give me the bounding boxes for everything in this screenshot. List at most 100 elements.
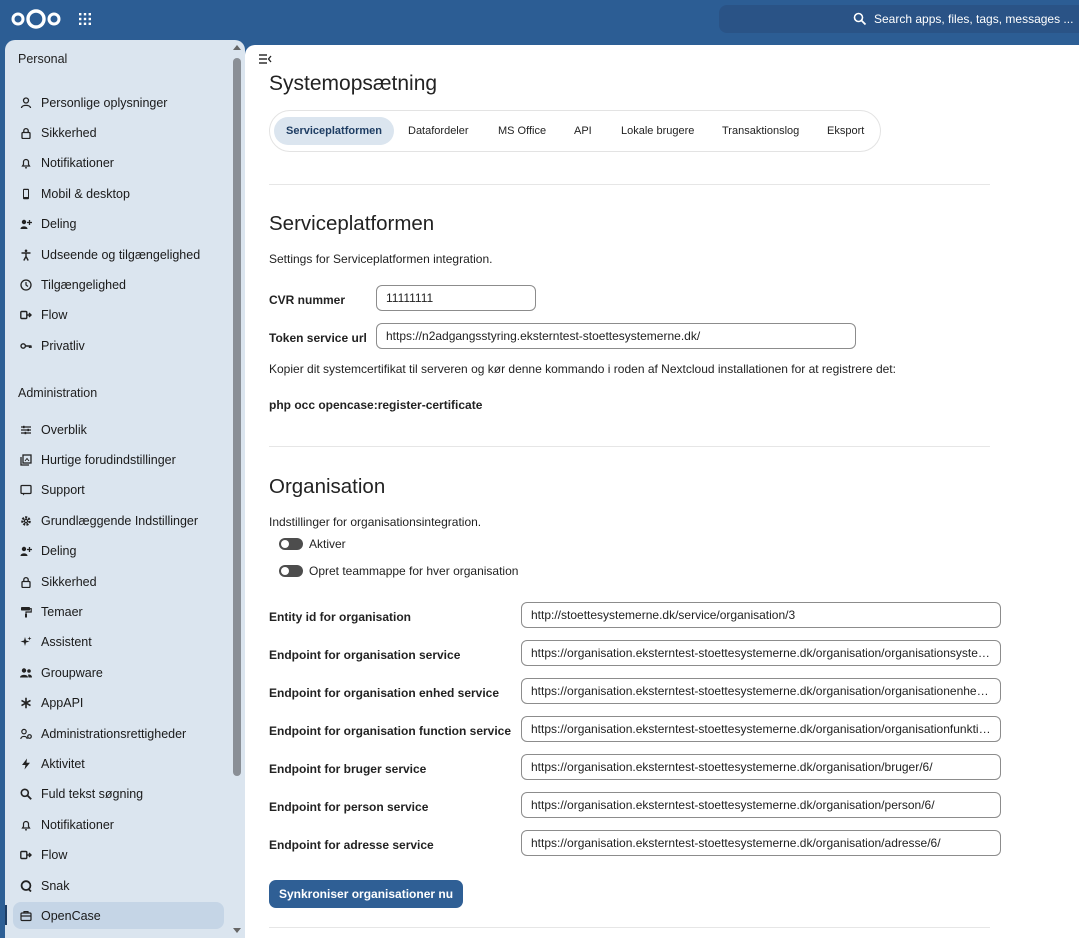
team-folder-toggle[interactable]: Opret teammappe for hver organisation	[279, 564, 518, 578]
admin-rights-icon	[19, 727, 33, 741]
sidebar-item-tilgængelighed[interactable]: Tilgængelighed	[13, 271, 224, 298]
org-field-label: Endpoint for bruger service	[269, 762, 427, 776]
tab-eksport[interactable]: Eksport	[815, 117, 876, 145]
org-field-input[interactable]: https://organisation.eksterntest-stoette…	[521, 678, 1001, 704]
sidebar-item-deling[interactable]: Deling	[13, 538, 224, 565]
token-url-input[interactable]: https://n2adgangsstyring.eksterntest-sto…	[376, 323, 856, 349]
org-field-input[interactable]: https://organisation.eksterntest-stoette…	[521, 830, 1001, 856]
org-field-input[interactable]: https://organisation.eksterntest-stoette…	[521, 640, 1001, 666]
sidebar-item-mobil-desktop[interactable]: Mobil & desktop	[13, 180, 224, 207]
chat-icon	[19, 879, 33, 893]
sidebar-item-label: Grundlæggende Indstillinger	[41, 513, 199, 528]
paint-roller-icon	[19, 605, 33, 619]
sidebar-item-label: Notifikationer	[41, 156, 114, 171]
tab-datafordeler[interactable]: Datafordeler	[396, 117, 481, 145]
sidebar-item-label: Fuld tekst søgning	[41, 787, 144, 802]
support-icon	[19, 483, 33, 497]
cvr-label: CVR nummer	[269, 293, 346, 307]
sidebar-scrollbar-thumb[interactable]	[233, 58, 241, 776]
toggle-switch[interactable]	[279, 538, 303, 550]
scroll-down-arrow-icon[interactable]	[233, 926, 241, 934]
lock-icon	[19, 575, 33, 589]
toggle-switch[interactable]	[279, 565, 303, 577]
org-field-label: Endpoint for organisation service	[269, 648, 461, 662]
sidebar-item-label: Assistent	[41, 635, 92, 650]
tab-transaktionslog[interactable]: Transaktionslog	[710, 117, 811, 145]
sidebar-item-hurtige-forudindstillinger[interactable]: Hurtige forudindstillinger	[13, 446, 224, 473]
tab-lokale-brugere[interactable]: Lokale brugere	[609, 117, 706, 145]
sparkle-icon	[19, 635, 33, 649]
toggle-navigation-icon[interactable]	[258, 53, 272, 65]
sidebar-item-label: Snak	[41, 878, 70, 893]
org-field-label: Entity id for organisation	[269, 610, 412, 624]
sidebar-item-label: Temaer	[41, 604, 83, 619]
flow-icon	[19, 308, 33, 322]
sidebar-item-opencase[interactable]: OpenCase	[13, 902, 224, 930]
scroll-up-arrow-icon[interactable]	[233, 44, 241, 52]
sidebar-item-notifikationer[interactable]: Notifikationer	[13, 811, 224, 838]
org-field-input[interactable]: http://stoettesystemerne.dk/service/orga…	[521, 602, 1001, 628]
org-field-input[interactable]: https://organisation.eksterntest-stoette…	[521, 716, 1001, 742]
key-icon	[19, 339, 33, 353]
sidebar-item-administrationsrettigheder[interactable]: Administrationsrettigheder	[13, 720, 224, 747]
sidebar-item-label: Mobil & desktop	[41, 186, 130, 201]
activate-toggle-label: Aktiver	[309, 537, 346, 551]
sidebar-item-snak[interactable]: Snak	[13, 872, 224, 899]
sidebar-item-label: Privatliv	[41, 338, 85, 353]
sidebar-item-aktivitet[interactable]: Aktivitet	[13, 750, 224, 777]
sidebar-item-deling[interactable]: Deling	[13, 211, 224, 238]
token-url-label: Token service url	[269, 331, 367, 345]
organisation-title: Organisation	[269, 475, 386, 498]
org-field-input[interactable]: https://organisation.eksterntest-stoette…	[521, 754, 1001, 780]
sidebar-item-label: Tilgængelighed	[41, 277, 127, 292]
sidebar-item-overblik[interactable]: Overblik	[13, 416, 224, 443]
top-bar: Search apps, files, tags, messages ...	[0, 0, 1079, 40]
unified-search[interactable]: Search apps, files, tags, messages ...	[719, 5, 1079, 33]
search-icon	[19, 787, 33, 801]
sidebar-item-label: Flow	[41, 308, 68, 323]
sidebar-item-assistent[interactable]: Assistent	[13, 629, 224, 656]
sidebar-item-label: Hurtige forudindstillinger	[41, 452, 176, 467]
sidebar-item-fuld-tekst-søgning[interactable]: Fuld tekst søgning	[13, 781, 224, 808]
org-field-label: Endpoint for adresse service	[269, 838, 434, 852]
certificate-instructions: Kopier dit systemcertifikat til serveren…	[269, 362, 896, 376]
section-divider	[269, 446, 990, 447]
sidebar-item-temaer[interactable]: Temaer	[13, 598, 224, 625]
sidebar-item-privatliv[interactable]: Privatliv	[13, 332, 224, 359]
sidebar-item-label: Groupware	[41, 665, 103, 680]
sidebar-item-label: Flow	[41, 848, 68, 863]
lock-icon	[19, 126, 33, 140]
team-folder-toggle-label: Opret teammappe for hver organisation	[309, 564, 519, 578]
sidebar-item-groupware[interactable]: Groupware	[13, 659, 224, 686]
sidebar-item-appapi[interactable]: AppAPI	[13, 690, 224, 717]
tab-api[interactable]: API	[562, 117, 604, 145]
sidebar-item-udseende-og-tilgængelighed[interactable]: Udseende og tilgængelighed	[13, 241, 224, 268]
sidebar-item-grundlæggende-indstillinger[interactable]: Grundlæggende Indstillinger	[13, 507, 224, 534]
sync-organisations-button[interactable]: Synkroniser organisationer nu	[269, 880, 464, 908]
tab-bar: Serviceplatformen Datafordeler MS Office…	[269, 110, 881, 152]
sidebar-item-label: Deling	[41, 544, 77, 559]
active-indicator	[5, 905, 7, 926]
sidebar-item-personlige-oplysninger[interactable]: Personlige oplysninger	[13, 89, 224, 116]
sidebar-item-label: OpenCase	[41, 908, 101, 923]
settings-sidebar: Personal Personlige oplysninger Sikkerhed…	[5, 40, 245, 938]
apps-grid-icon[interactable]	[78, 12, 92, 26]
nextcloud-logo[interactable]	[10, 7, 62, 31]
sidebar-item-flow[interactable]: Flow	[13, 842, 224, 869]
sidebar-item-label: Deling	[41, 217, 77, 232]
activate-toggle[interactable]: Aktiver	[279, 537, 346, 551]
share-icon	[19, 544, 33, 558]
sidebar-item-sikkerhed[interactable]: Sikkerhed	[13, 568, 224, 595]
sidebar-item-notifikationer[interactable]: Notifikationer	[13, 150, 224, 177]
cvr-input[interactable]: 11111111	[376, 285, 536, 311]
org-field-input[interactable]: https://organisation.eksterntest-stoette…	[521, 792, 1001, 818]
sidebar-item-support[interactable]: Support	[13, 477, 224, 504]
sidebar-item-flow[interactable]: Flow	[13, 302, 224, 329]
serviceplatformen-title: Serviceplatformen	[269, 212, 435, 235]
phone-icon	[19, 187, 33, 201]
tab-ms-office[interactable]: MS Office	[486, 117, 558, 145]
sidebar-item-sikkerhed[interactable]: Sikkerhed	[13, 119, 224, 146]
sidebar-item-label: Personlige oplysninger	[41, 95, 168, 110]
tab-serviceplatformen[interactable]: Serviceplatformen	[274, 117, 394, 145]
opencase-icon	[19, 909, 33, 923]
